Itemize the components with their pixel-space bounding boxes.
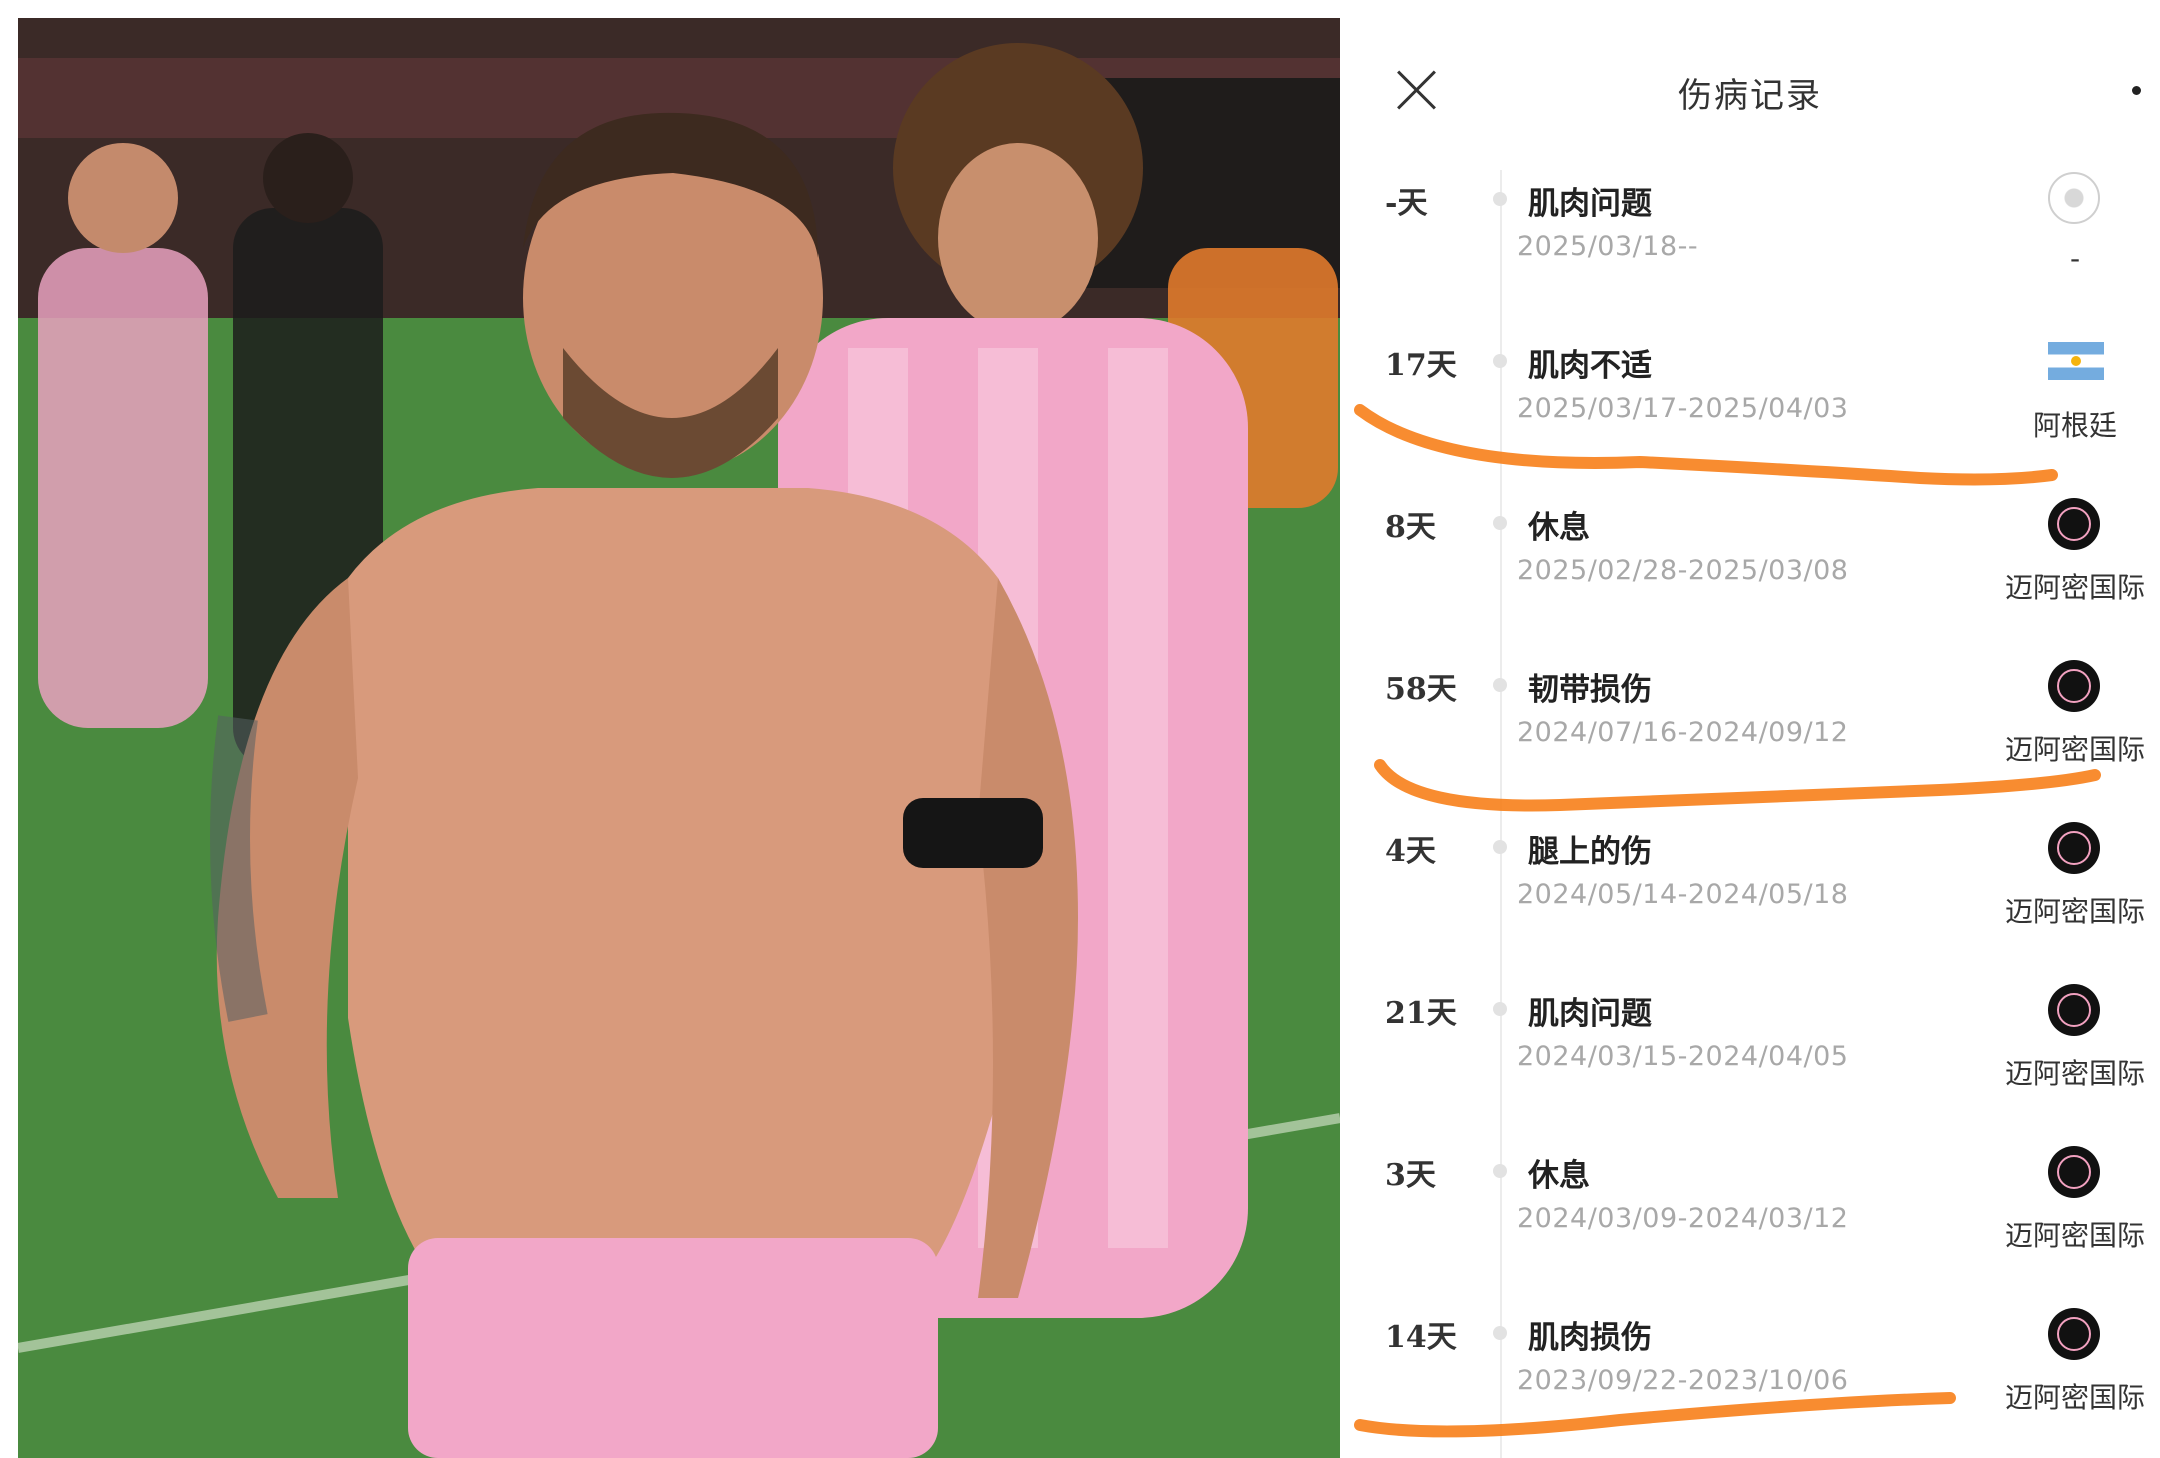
injury-type: 肌肉问题 (1528, 996, 1652, 1032)
injury-record[interactable]: 4天 腿上的伤 2024/05/14-2024/05/18 迈阿密国际 (1340, 822, 2160, 988)
injury-record[interactable]: -天 肌肉问题 2025/03/18-- - (1340, 172, 2160, 340)
injury-dates: 2024/07/16-2024/09/12 (1517, 717, 1849, 748)
injury-duration: -天 (1385, 186, 1428, 221)
team-name: 迈阿密国际 (2004, 733, 2145, 766)
injury-dates: 2024/03/09-2024/03/12 (1517, 1203, 1849, 1234)
page-title: 伤病记录 (1678, 76, 1822, 116)
team-name: 迈阿密国际 (2004, 1219, 2145, 1252)
injury-duration: 8天 (1385, 510, 1436, 545)
inter-miami-logo-icon (2046, 982, 2102, 1038)
injury-record[interactable]: 58天 韧带损伤 2024/07/16-2024/09/12 迈阿密国际 (1340, 660, 2160, 826)
inter-miami-logo-icon (2046, 820, 2102, 876)
photo-illustration (18, 18, 1340, 1458)
more-options-icon[interactable] (2132, 86, 2141, 95)
injury-type: 肌肉损伤 (1528, 1320, 1652, 1356)
injury-record[interactable]: 17天 肌肉不适 2025/03/17-2025/04/03 阿根廷 (1340, 340, 2160, 502)
injury-type: 休息 (1528, 1158, 1590, 1194)
timeline-dot (1493, 354, 1507, 368)
injury-duration: 14天 (1385, 1320, 1457, 1355)
inter-miami-logo-icon (2046, 496, 2102, 552)
injury-type: 肌肉不适 (1528, 348, 1652, 384)
injury-record[interactable]: 3天 休息 2024/03/09-2024/03/12 迈阿密国际 (1340, 1146, 2160, 1312)
injury-duration: 21天 (1385, 996, 1457, 1031)
team-name: 阿根廷 (2032, 409, 2117, 442)
injury-record[interactable]: 8天 休息 2025/02/28-2025/03/08 迈阿密国际 (1340, 498, 2160, 664)
inter-miami-logo-icon (2046, 1306, 2102, 1362)
team-name: 迈阿密国际 (2004, 571, 2145, 604)
timeline-dot (1493, 840, 1507, 854)
injury-duration: 4天 (1385, 834, 1436, 869)
timeline-dot (1493, 1164, 1507, 1178)
team-name: 迈阿密国际 (2004, 895, 2145, 928)
inter-miami-logo-icon (2046, 1144, 2102, 1200)
injury-duration: 58天 (1385, 672, 1457, 707)
injury-record-panel: 伤病记录 -天 肌肉问题 2025/03/18-- - 17天 肌肉不适 202… (1340, 0, 2160, 1458)
injury-type: 韧带损伤 (1528, 672, 1652, 708)
team-name: - (2069, 242, 2081, 275)
injury-record[interactable]: 14天 肌肉损伤 2023/09/22-2023/10/06 迈阿密国际 (1340, 1308, 2160, 1458)
injury-dates: 2023/09/22-2023/10/06 (1517, 1365, 1849, 1396)
argentina-flag-icon (2046, 334, 2104, 390)
timeline-dot (1493, 1326, 1507, 1340)
inter-miami-logo-icon (2046, 658, 2102, 714)
injury-type: 腿上的伤 (1528, 834, 1652, 870)
injury-dates: 2025/03/18-- (1517, 231, 1699, 262)
injury-duration: 3天 (1385, 1158, 1436, 1193)
injury-duration: 17天 (1385, 348, 1457, 383)
team-name: 迈阿密国际 (2004, 1057, 2145, 1090)
timeline-dot (1493, 1002, 1507, 1016)
injury-dates: 2024/05/14-2024/05/18 (1517, 879, 1849, 910)
timeline-dot (1493, 192, 1507, 206)
injury-type: 肌肉问题 (1528, 186, 1652, 222)
injury-dates: 2024/03/15-2024/04/05 (1517, 1041, 1849, 1072)
football-icon (2046, 172, 2102, 228)
timeline-dot (1493, 516, 1507, 530)
team-name: 迈阿密国际 (2004, 1381, 2145, 1414)
injury-record[interactable]: 21天 肌肉问题 2024/03/15-2024/04/05 迈阿密国际 (1340, 984, 2160, 1150)
player-photo (18, 18, 1340, 1458)
timeline-dot (1493, 678, 1507, 692)
injury-dates: 2025/03/17-2025/04/03 (1517, 393, 1849, 424)
injury-dates: 2025/02/28-2025/03/08 (1517, 555, 1849, 586)
injury-type: 休息 (1528, 510, 1590, 546)
